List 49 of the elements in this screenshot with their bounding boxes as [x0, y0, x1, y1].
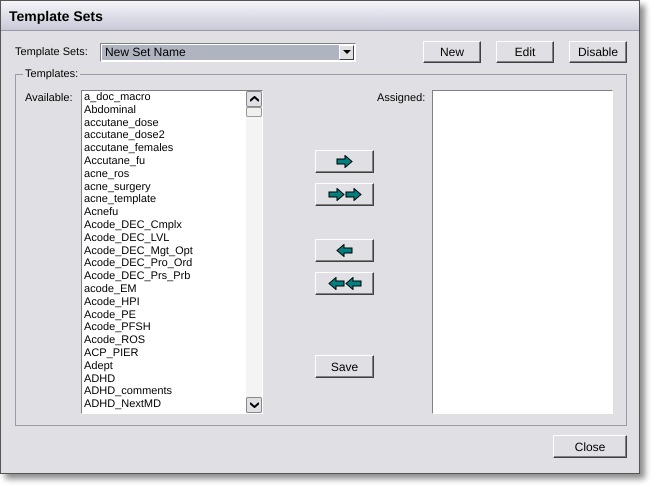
action-button[interactable]: Edit	[496, 41, 554, 63]
scroll-up-icon[interactable]	[246, 91, 262, 107]
list-item[interactable]: acode_EM	[84, 282, 244, 296]
move-button[interactable]	[315, 239, 374, 262]
assigned-label: Assigned:	[377, 92, 426, 104]
available-list[interactable]	[81, 90, 263, 414]
list-item[interactable]: Acode_ROS	[84, 334, 244, 347]
list-item[interactable]: Acode_DEC_Prs_Prb	[84, 270, 244, 283]
list-item[interactable]: accutane_dose	[84, 116, 244, 130]
save-button[interactable]: Save	[315, 355, 374, 378]
template-sets-dropdown[interactable]: New Set Name	[100, 42, 356, 62]
double-right-arrow-icon	[328, 188, 362, 201]
scrollbar[interactable]	[246, 91, 262, 413]
double-left-arrow-icon	[328, 277, 362, 290]
close-button[interactable]: Close	[553, 435, 627, 458]
list-item[interactable]: Acode_DEC_Mgt_Opt	[84, 244, 244, 258]
templates-legend: Templates:	[23, 68, 80, 80]
list-item[interactable]: Acode_DEC_Pro_Ord	[84, 257, 244, 270]
list-item[interactable]: Acnefu	[84, 206, 244, 219]
list-item[interactable]: a_doc_macro	[84, 91, 244, 104]
list-item[interactable]: accutane_dose2	[84, 129, 244, 142]
list-item[interactable]: Acode_PFSH	[84, 321, 244, 334]
list-item[interactable]: ACP_PIER	[84, 346, 244, 360]
list-item[interactable]: ADHD_comments	[84, 385, 244, 398]
window-title: Template Sets	[9, 8, 103, 24]
move-button[interactable]	[315, 272, 374, 295]
list-item[interactable]: Acode_DEC_LVL	[84, 232, 244, 245]
list-item[interactable]: accutane_females	[84, 142, 244, 155]
template-sets-label: Template Sets:	[15, 46, 89, 58]
list-item[interactable]: Acode_PE	[84, 308, 244, 322]
scroll-thumb[interactable]	[246, 107, 262, 117]
action-button[interactable]: Disable	[569, 41, 627, 63]
list-item[interactable]: Acode_DEC_Cmplx	[84, 218, 244, 232]
move-button[interactable]	[315, 150, 374, 173]
list-item[interactable]: Adept	[84, 360, 244, 373]
move-button[interactable]	[315, 183, 374, 206]
list-item[interactable]: ADHD_NextMD	[84, 398, 244, 411]
action-button[interactable]: New	[423, 41, 481, 63]
list-item[interactable]: acne_ros	[84, 168, 244, 181]
list-item[interactable]: Accutane_fu	[84, 154, 244, 168]
list-item[interactable]: acne_template	[84, 193, 244, 206]
list-item[interactable]: Abdominal	[84, 104, 244, 117]
list-item[interactable]: Acode_HPI	[84, 296, 244, 309]
list-item[interactable]: acne_surgery	[84, 180, 244, 194]
list-item[interactable]: ADHD	[84, 372, 244, 386]
left-arrow-icon	[336, 244, 353, 257]
scroll-down-icon[interactable]	[246, 397, 262, 413]
right-arrow-icon	[336, 155, 353, 168]
available-label: Available:	[25, 92, 74, 104]
